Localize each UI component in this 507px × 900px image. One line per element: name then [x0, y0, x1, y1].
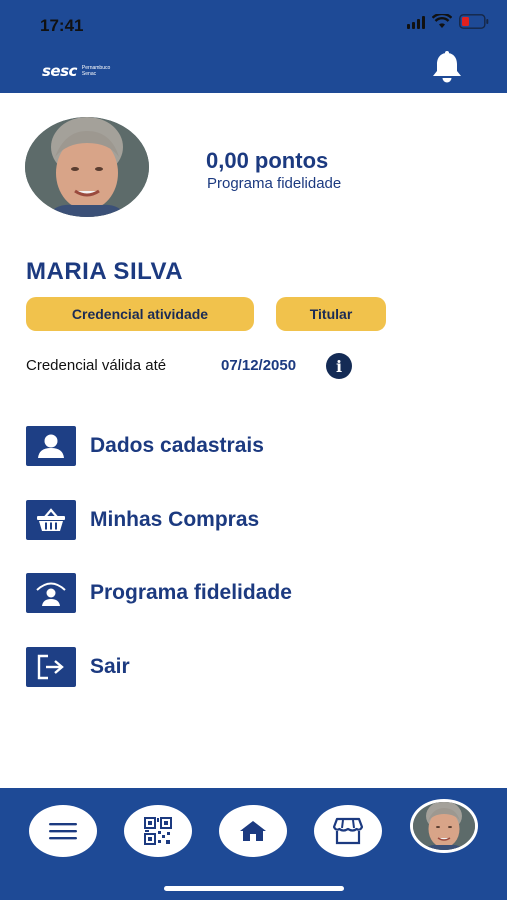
info-glyph: i [335, 356, 343, 376]
menu-item-sair[interactable]: Sair [26, 646, 426, 688]
menu-item-label: Minhas Compras [90, 508, 260, 531]
menu-item-minhas-compras[interactable]: Minhas Compras [26, 499, 426, 541]
status-time: 17:41 [40, 16, 84, 35]
nav-qr-button[interactable] [124, 805, 192, 857]
user-icon [26, 426, 76, 466]
menu-icon [49, 823, 77, 840]
status-icons [407, 14, 489, 29]
menu-item-label: Sair [90, 655, 130, 678]
status-bar: 17:41 [0, 0, 507, 48]
home-indicator[interactable] [164, 886, 344, 891]
menu-item-programa-fidelidade[interactable]: Programa fidelidade [26, 572, 426, 614]
bell-icon [433, 51, 461, 83]
profile-avatar [25, 117, 149, 217]
app-header: 17:41 sesc Pernambuco Senac [0, 0, 507, 93]
points-label: Programa fidelidade [207, 175, 342, 192]
home-icon [240, 821, 266, 841]
info-icon[interactable]: i [326, 353, 352, 379]
menu-item-dados-cadastrais[interactable]: Dados cadastrais [26, 425, 426, 467]
validity-label: Credencial válida até [26, 357, 167, 374]
menu-item-label: Dados cadastrais [90, 434, 264, 457]
logo-wordmark: sesc [42, 62, 77, 80]
logout-icon [26, 647, 76, 687]
basket-icon [26, 500, 76, 540]
menu-item-label: Programa fidelidade [90, 581, 292, 604]
user-name: MARIA SILVA [26, 258, 184, 285]
sesc-logo: sesc Pernambuco Senac [42, 62, 116, 80]
store-icon [333, 817, 363, 845]
holder-badge[interactable]: Titular [276, 297, 386, 331]
nav-store-button[interactable] [314, 805, 382, 857]
nav-home-button[interactable] [219, 805, 287, 857]
validity-date: 07/12/2050 [221, 357, 297, 374]
credential-badge[interactable]: Credencial atividade [26, 297, 254, 331]
notifications-button[interactable] [428, 50, 466, 84]
nav-profile-avatar[interactable] [410, 799, 478, 853]
logo-subtitle: Pernambuco Senac [81, 65, 111, 77]
wifi-icon [432, 14, 452, 29]
avatar [413, 802, 475, 850]
loyalty-icon [26, 573, 76, 613]
signal-icon [407, 15, 425, 29]
nav-menu-button[interactable] [29, 805, 97, 857]
battery-icon [459, 14, 489, 29]
points-value: 0,00 pontos [206, 148, 329, 173]
bottom-navigation [0, 788, 507, 900]
qr-code-icon [144, 817, 172, 845]
